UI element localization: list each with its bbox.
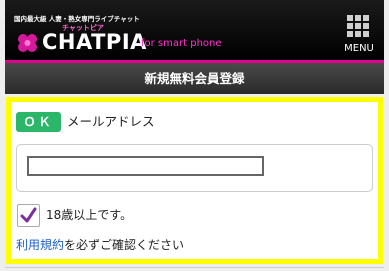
registration-form: ＯＫ メールアドレス 18歳以上です。 利用規約を必ずご確認ください	[6, 97, 383, 264]
email-label: メールアドレス	[67, 114, 155, 129]
grid-menu-icon	[347, 15, 369, 37]
terms-notice: 利用規約を必ずご確認ください	[16, 235, 184, 255]
flower-logo-icon	[18, 34, 37, 52]
age-checkbox[interactable]	[17, 204, 40, 227]
terms-notice-text: を必ずご確認ください	[64, 238, 185, 252]
menu-label: MENU	[344, 43, 374, 54]
ok-badge: ＯＫ	[16, 112, 61, 132]
email-input-card	[16, 144, 373, 192]
checkmark-icon	[20, 207, 37, 223]
age-checkbox-label[interactable]: 18歳以上です。	[46, 205, 132, 225]
terms-link[interactable]: 利用規約	[16, 238, 64, 252]
site-logo[interactable]: CHATPIA	[42, 30, 147, 54]
site-tagline: 国内最大級 人妻・熟女専門ライブチャット	[14, 15, 140, 23]
logo-subtext: for smart phone	[141, 38, 222, 49]
menu-button[interactable]: MENU	[341, 15, 377, 57]
page-title: 新規無料会員登録	[5, 63, 384, 94]
page-bottom-divider	[5, 267, 384, 268]
email-field[interactable]	[27, 156, 264, 176]
site-header: 国内最大級 人妻・熟女専門ライブチャット チャットピア CHATPIA for …	[5, 0, 384, 60]
